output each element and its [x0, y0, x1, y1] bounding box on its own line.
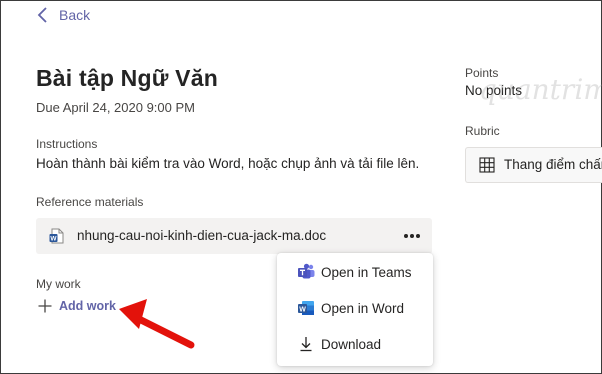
red-arrow-annotation	[119, 299, 195, 349]
file-context-menu: Open in Teams W Open in Word Download	[277, 253, 433, 366]
more-dot-icon	[416, 234, 420, 238]
reference-file-name[interactable]: nhung-cau-noi-kinh-dien-cua-jack-ma.doc	[77, 228, 326, 243]
chevron-left-icon	[37, 7, 47, 23]
download-icon	[300, 337, 312, 352]
menu-item-open-in-teams[interactable]: Open in Teams	[277, 255, 433, 289]
add-work-label: Add work	[59, 299, 116, 313]
instructions-text: Hoàn thành bài kiểm tra vào Word, hoặc c…	[36, 156, 420, 171]
rubric-label: Rubric	[465, 124, 500, 138]
assignment-window: Back Bài tập Ngữ Văn Due April 24, 2020 …	[0, 0, 602, 374]
teams-icon	[298, 263, 315, 279]
add-work-button[interactable]: Add work	[38, 299, 116, 313]
menu-item-label: Open in Teams	[321, 264, 412, 280]
grid-icon	[479, 157, 495, 173]
due-date: Due April 24, 2020 9:00 PM	[36, 100, 195, 115]
menu-item-label: Download	[321, 336, 382, 352]
my-work-label: My work	[36, 277, 81, 291]
more-dot-icon	[410, 234, 414, 238]
svg-text:W: W	[50, 236, 57, 243]
menu-item-download[interactable]: Download	[277, 327, 433, 361]
rubric-button[interactable]: Thang điểm chấm	[465, 147, 602, 183]
word-icon: W	[298, 301, 314, 315]
reference-file-card[interactable]: W nhung-cau-noi-kinh-dien-cua-jack-ma.do…	[36, 218, 432, 254]
points-label: Points	[465, 66, 499, 80]
svg-text:W: W	[299, 306, 306, 313]
page-title: Bài tập Ngữ Văn	[36, 65, 218, 91]
more-options-button[interactable]	[400, 226, 424, 246]
more-dot-icon	[404, 234, 408, 238]
points-value: No points	[465, 83, 523, 98]
back-label: Back	[59, 7, 91, 23]
back-button[interactable]: Back	[37, 5, 90, 25]
menu-item-label: Open in Word	[321, 300, 405, 316]
plus-icon	[38, 299, 52, 313]
menu-item-open-in-word[interactable]: W Open in Word	[277, 291, 433, 325]
word-doc-icon: W	[49, 228, 64, 244]
instructions-label: Instructions	[36, 137, 98, 151]
rubric-value: Thang điểm chấm	[504, 157, 602, 172]
reference-materials-label: Reference materials	[36, 195, 144, 209]
